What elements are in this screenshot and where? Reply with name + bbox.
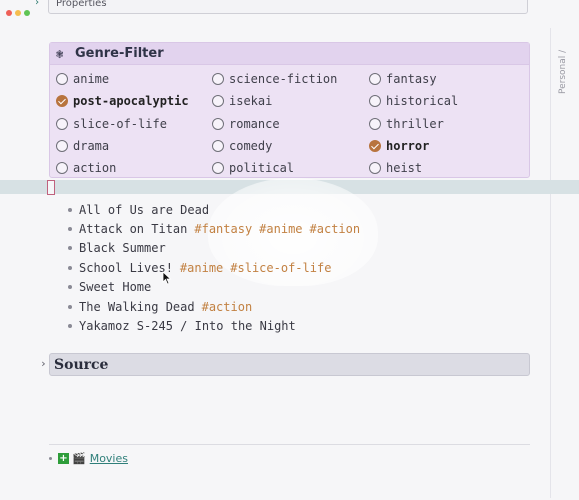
list-item: Sweet Home (68, 278, 360, 297)
radio-icon[interactable] (212, 73, 224, 85)
checked-radio-icon[interactable] (369, 139, 381, 152)
list-bullet[interactable] (68, 227, 72, 232)
genre-options-grid: anime science-fiction fantasy post-apocalyp… (50, 65, 529, 177)
genre-option[interactable]: anime (56, 71, 109, 87)
genre-option[interactable]: slice-of-life (56, 116, 167, 132)
genre-option[interactable]: heist (369, 160, 422, 176)
tag-link[interactable]: #action (310, 222, 361, 236)
add-icon: + (58, 453, 69, 464)
list-item: Black Summer (68, 239, 360, 258)
result-title: All of Us are Dead (79, 202, 210, 217)
genre-option-label: anime (73, 72, 110, 86)
movies-link[interactable]: Movies (90, 452, 128, 465)
genre-option-label: romance (229, 116, 280, 131)
results-list: All of Us are Dead Attack on Titan #fantas… (68, 200, 360, 336)
genre-option-label: isekai (229, 94, 273, 109)
genre-option-label: drama (73, 138, 110, 153)
genre-option-label: horror (386, 138, 430, 153)
genre-option-label: political (229, 161, 295, 176)
close-window-button[interactable] (6, 10, 12, 16)
radio-icon[interactable] (56, 162, 68, 175)
genre-filter-title: Genre-Filter (75, 46, 164, 61)
pane-divider (550, 28, 551, 498)
genre-option[interactable]: historical (369, 93, 458, 109)
list-item: All of Us are Dead (68, 200, 360, 219)
radio-icon[interactable] (369, 95, 381, 108)
genre-option[interactable]: isekai (212, 93, 272, 109)
list-bullet[interactable] (68, 324, 72, 329)
tag-link[interactable]: #anime (259, 222, 302, 236)
window-controls (6, 10, 30, 16)
gear-icon[interactable]: ❃ (56, 48, 68, 60)
list-bullet[interactable] (68, 304, 72, 309)
breadcrumb[interactable]: Personal / (558, 34, 572, 94)
radio-icon[interactable] (212, 117, 224, 130)
clapperboard-icon: 🎬 (72, 452, 86, 465)
radio-icon[interactable] (369, 117, 381, 130)
radio-icon[interactable] (212, 162, 224, 175)
genre-option-label: historical (386, 94, 459, 109)
genre-option[interactable]: comedy (212, 138, 272, 154)
list-item: The Walking Dead #action (68, 297, 360, 316)
genre-option[interactable]: political (212, 160, 294, 176)
result-title: Attack on Titan (79, 222, 188, 237)
checked-radio-icon[interactable] (56, 95, 68, 108)
list-item: Attack on Titan #fantasy #anime #action (68, 219, 360, 238)
list-bullet[interactable] (68, 207, 72, 212)
genre-option-label: fantasy (386, 72, 437, 86)
minimize-window-button[interactable] (15, 10, 21, 16)
list-item: Yakamoz S-245 / Into the Night (68, 316, 360, 335)
genre-option-label: comedy (229, 138, 273, 153)
source-title: Source (54, 356, 109, 373)
divider (49, 444, 530, 445)
list-item: School Lives! #anime #slice-of-life (68, 258, 360, 277)
result-title: Sweet Home (79, 280, 152, 295)
tag-link[interactable]: #action (202, 300, 253, 314)
genre-option[interactable]: fantasy (369, 71, 437, 87)
radio-icon[interactable] (56, 139, 68, 152)
properties-bar[interactable]: Properties (48, 0, 528, 14)
list-bullet[interactable] (68, 265, 72, 270)
genre-option-label: heist (386, 161, 423, 176)
list-bullet[interactable] (68, 246, 72, 251)
genre-option[interactable]: romance (212, 116, 280, 132)
genre-option[interactable]: thriller (369, 116, 444, 132)
chevron-right-icon[interactable]: › (34, 0, 40, 8)
radio-icon[interactable] (369, 162, 381, 175)
genre-option-label: action (73, 161, 117, 176)
radio-icon[interactable] (369, 73, 381, 85)
genre-option[interactable]: action (56, 160, 116, 176)
result-title: School Lives! (79, 260, 173, 275)
tag-link[interactable]: #anime (180, 261, 223, 275)
genre-option[interactable]: horror (369, 138, 429, 154)
genre-filter-header: ❃ Genre-Filter (50, 43, 529, 65)
maximize-window-button[interactable] (24, 10, 30, 16)
radio-icon[interactable] (56, 117, 68, 130)
result-title: Black Summer (79, 241, 166, 256)
genre-option-label: thriller (386, 116, 444, 131)
result-title: The Walking Dead (79, 299, 195, 314)
source-section[interactable]: Source (49, 353, 530, 376)
genre-option[interactable]: post-apocalyptic (56, 93, 189, 109)
radio-icon[interactable] (212, 139, 224, 152)
genre-option[interactable]: drama (56, 138, 109, 154)
mouse-pointer-icon (162, 271, 172, 285)
chevron-right-icon[interactable]: › (40, 357, 47, 370)
tag-link[interactable]: #slice-of-life (230, 261, 331, 275)
list-bullet[interactable] (68, 285, 72, 290)
genre-option-label: science-fiction (229, 72, 338, 86)
genre-filter-panel: ❃ Genre-Filter anime science-fiction fanta… (49, 42, 530, 178)
list-bullet (49, 457, 52, 460)
title-bar: › Properties (0, 0, 579, 30)
genre-option[interactable]: science-fiction (212, 71, 337, 87)
genre-option-label: post-apocalyptic (73, 94, 189, 109)
footer-link-row: + 🎬 Movies (49, 452, 128, 465)
radio-icon[interactable] (56, 73, 68, 85)
result-title: Yakamoz S-245 / Into the Night (79, 319, 296, 334)
genre-option-label: slice-of-life (73, 116, 167, 131)
text-cursor[interactable] (47, 180, 55, 195)
tag-link[interactable]: #fantasy (194, 222, 252, 236)
radio-icon[interactable] (212, 95, 224, 108)
